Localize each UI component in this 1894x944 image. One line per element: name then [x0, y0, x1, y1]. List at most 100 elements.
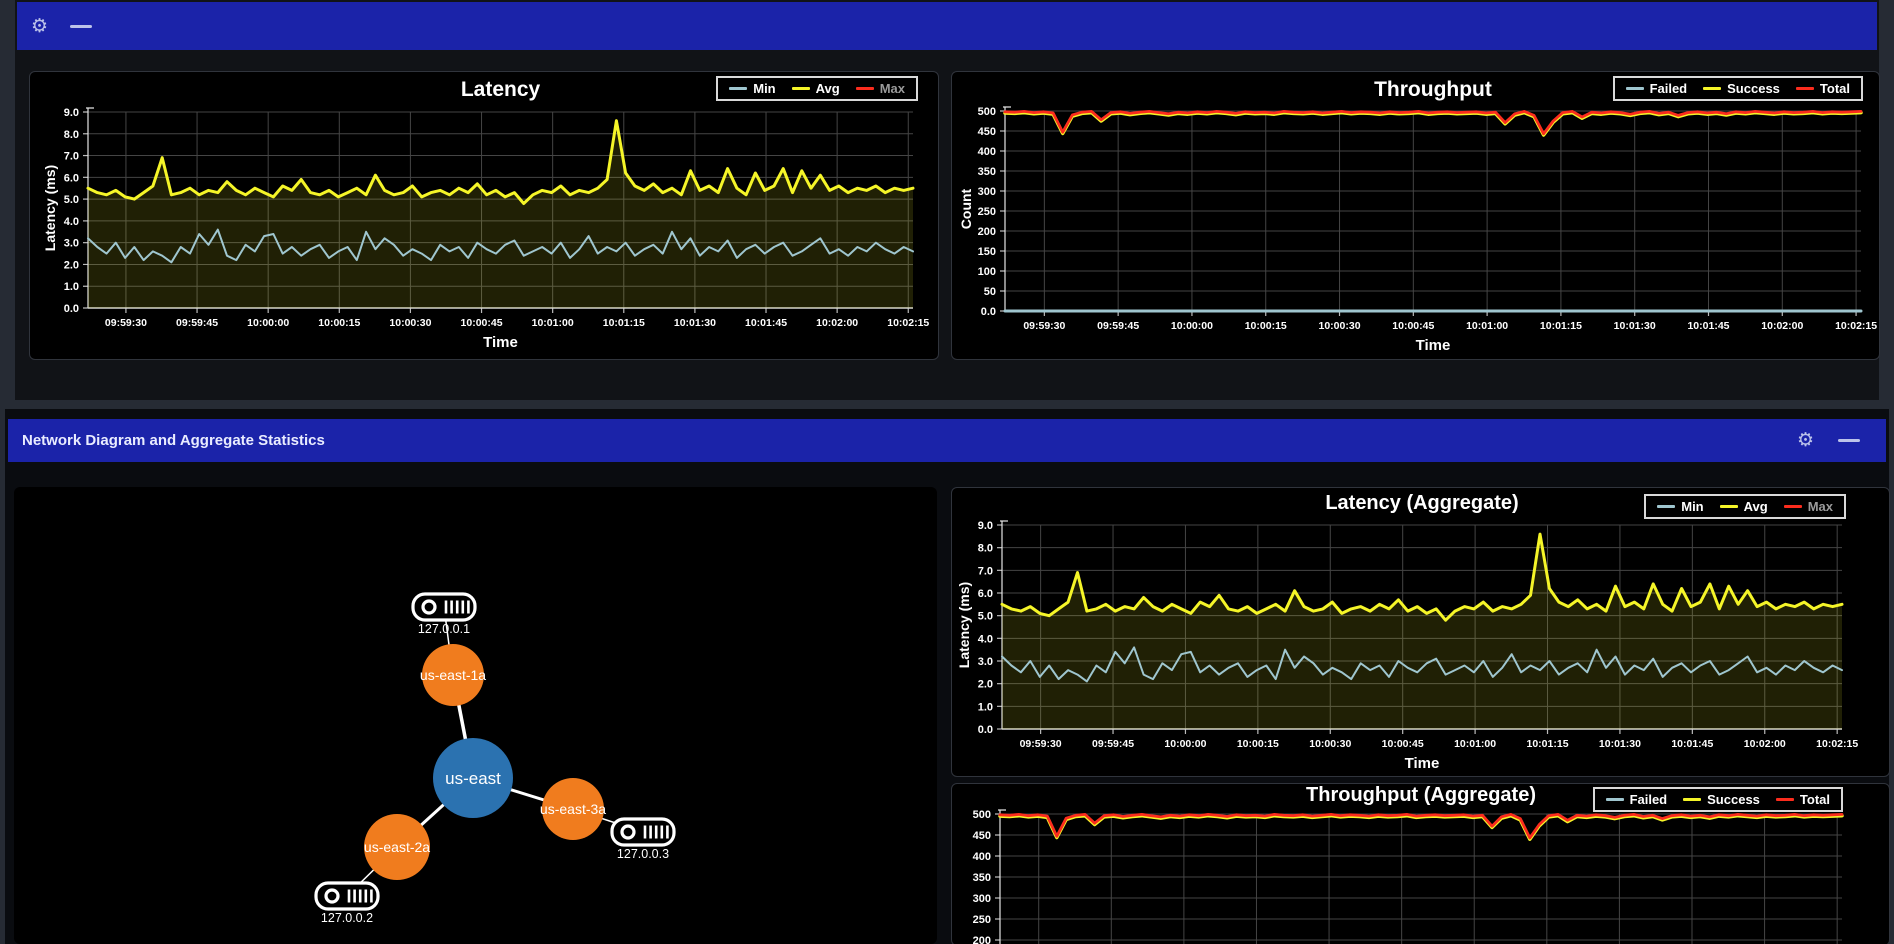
x-tick-label: 10:00:30 — [389, 317, 431, 329]
node-label: us-east — [445, 769, 501, 788]
y-tick-label: 350 — [978, 166, 996, 178]
legend-label: Max — [1808, 499, 1833, 514]
legend-item-max[interactable]: Max — [1784, 499, 1833, 514]
legend-label: Total — [1820, 81, 1850, 96]
panel2-header: Network Diagram and Aggregate Statistics… — [8, 419, 1886, 462]
legend-swatch — [1626, 87, 1644, 90]
y-tick-label: 2.0 — [978, 679, 993, 691]
chart-canvas[interactable]: 09:59:3009:59:4510:00:0010:00:1510:00:30… — [952, 72, 1879, 359]
y-tick-label: 2.0 — [64, 259, 79, 271]
server-icon[interactable] — [316, 883, 378, 909]
legend-swatch — [1720, 505, 1738, 508]
series-line-success — [1005, 113, 1861, 135]
legend-item-total[interactable]: Total — [1796, 81, 1850, 96]
y-tick-label: 5.0 — [64, 194, 79, 206]
server-icon[interactable] — [612, 819, 674, 845]
y-tick-label: 8.0 — [64, 129, 79, 141]
legend-item-avg[interactable]: Avg — [792, 81, 840, 96]
y-tick-label: 8.0 — [978, 543, 993, 555]
x-tick-label: 10:01:45 — [745, 317, 787, 329]
legend-label: Success — [1727, 81, 1780, 96]
gear-icon[interactable]: ⚙ — [31, 17, 48, 36]
x-tick-label: 10:00:00 — [247, 317, 289, 329]
y-tick-label: 0.0 — [64, 303, 79, 315]
y-tick-label: 9.0 — [64, 107, 79, 119]
minimize-icon[interactable] — [70, 25, 92, 28]
legend-label: Avg — [1744, 499, 1768, 514]
network-diagram[interactable]: 127.0.0.1127.0.0.2127.0.0.3us-eastus-eas… — [14, 487, 937, 944]
x-tick-label: 10:00:00 — [1171, 320, 1213, 332]
server-ip-label: 127.0.0.1 — [418, 622, 470, 636]
y-tick-label: 5.0 — [978, 611, 993, 623]
legend-swatch — [1703, 87, 1721, 90]
legend-swatch — [1683, 798, 1701, 801]
chart-canvas[interactable]: 09:59:3009:59:4510:00:0010:00:1510:00:30… — [952, 488, 1889, 776]
legend-item-success[interactable]: Success — [1703, 81, 1780, 96]
y-tick-label: 400 — [978, 146, 996, 158]
legend-label: Failed — [1630, 792, 1668, 807]
y-tick-label: 0.0 — [978, 724, 993, 736]
chart-legend: Failed Success Total — [1613, 76, 1863, 101]
y-tick-label: 9.0 — [978, 520, 993, 532]
legend-item-min[interactable]: Min — [1657, 499, 1703, 514]
x-tick-label: 10:00:15 — [1237, 738, 1279, 750]
x-tick-label: 10:02:15 — [1816, 738, 1858, 750]
y-tick-label: 4.0 — [64, 216, 79, 228]
legend-label: Total — [1800, 792, 1830, 807]
minimize-icon[interactable] — [1838, 439, 1860, 442]
y-tick-label: 500 — [973, 809, 991, 821]
x-tick-label: 09:59:45 — [176, 317, 218, 329]
series-line-success — [1000, 816, 1842, 840]
x-tick-label: 10:01:30 — [674, 317, 716, 329]
chart-legend: Failed Success Total — [1593, 787, 1843, 812]
panel1-header: ⚙ — [17, 2, 1877, 50]
chart-canvas[interactable]: 09:59:3009:59:4510:00:0010:00:1510:00:30… — [30, 72, 938, 359]
x-tick-label: 10:02:00 — [816, 317, 858, 329]
legend-swatch — [856, 87, 874, 90]
y-tick-label: 7.0 — [978, 565, 993, 577]
x-tick-label: 10:01:15 — [1540, 320, 1582, 332]
network-canvas[interactable]: 127.0.0.1127.0.0.2127.0.0.3us-eastus-eas… — [14, 487, 937, 944]
server-icon[interactable] — [413, 594, 475, 620]
legend-item-total[interactable]: Total — [1776, 792, 1830, 807]
latency-throughput-panel: ⚙ LatencyMinAvgMaxLatency (ms)Time09:59:… — [15, 0, 1879, 400]
y-tick-label: 100 — [978, 266, 996, 278]
gear-icon[interactable]: ⚙ — [1797, 431, 1814, 450]
legend-item-failed[interactable]: Failed — [1626, 81, 1688, 96]
y-tick-label: 150 — [978, 246, 996, 258]
y-tick-label: 350 — [973, 872, 991, 884]
y-tick-label: 1.0 — [978, 701, 993, 713]
x-tick-label: 10:00:15 — [1245, 320, 1287, 332]
legend-swatch — [792, 87, 810, 90]
legend-item-avg[interactable]: Avg — [1720, 499, 1768, 514]
legend-item-success[interactable]: Success — [1683, 792, 1760, 807]
legend-item-min[interactable]: Min — [729, 81, 775, 96]
legend-swatch — [1784, 505, 1802, 508]
x-tick-label: 10:00:45 — [1382, 738, 1424, 750]
y-tick-label: 200 — [973, 935, 991, 944]
x-tick-label: 10:01:00 — [532, 317, 574, 329]
throughput-aggregate-chart-box: Throughput (Aggregate)FailedSuccessTotal… — [951, 783, 1890, 944]
legend-item-failed[interactable]: Failed — [1606, 792, 1668, 807]
x-tick-label: 10:00:30 — [1309, 738, 1351, 750]
x-tick-label: 10:02:15 — [887, 317, 929, 329]
legend-swatch — [1606, 798, 1624, 801]
network-aggregate-panel: Network Diagram and Aggregate Statistics… — [5, 409, 1889, 944]
x-tick-label: 09:59:30 — [1023, 320, 1065, 332]
y-tick-label: 3.0 — [978, 656, 993, 668]
x-tick-label: 10:00:15 — [318, 317, 360, 329]
x-tick-label: 10:01:45 — [1671, 738, 1713, 750]
dashboard: ⚙ LatencyMinAvgMaxLatency (ms)Time09:59:… — [0, 0, 1894, 944]
legend-label: Min — [753, 81, 775, 96]
series-fill-avg — [1002, 534, 1842, 729]
x-tick-label: 10:02:00 — [1744, 738, 1786, 750]
server-ip-label: 127.0.0.2 — [321, 911, 373, 925]
legend-label: Failed — [1650, 81, 1688, 96]
legend-item-max[interactable]: Max — [856, 81, 905, 96]
x-tick-label: 10:01:45 — [1687, 320, 1729, 332]
latency-aggregate-chart-box: Latency (Aggregate)MinAvgMaxLatency (ms)… — [951, 487, 1890, 777]
y-tick-label: 300 — [978, 186, 996, 198]
server-ip-label: 127.0.0.3 — [617, 847, 669, 861]
y-tick-label: 200 — [978, 226, 996, 238]
latency-chart-box: LatencyMinAvgMaxLatency (ms)Time09:59:30… — [29, 71, 939, 360]
